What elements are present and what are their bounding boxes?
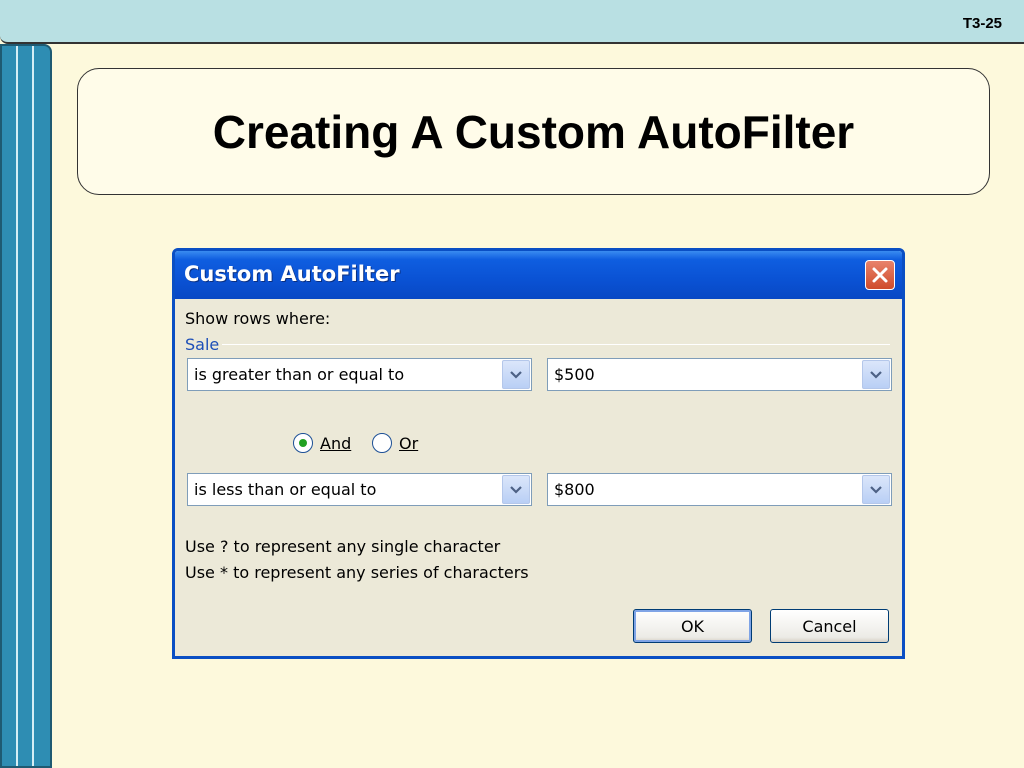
side-bar-line xyxy=(32,46,34,766)
condition2-operator-value: is less than or equal to xyxy=(194,480,377,499)
condition1-value-select[interactable]: $500 xyxy=(547,358,892,391)
dialog-body: Show rows where: Sale is greater than or… xyxy=(175,299,902,656)
cancel-button[interactable]: Cancel xyxy=(770,609,889,643)
and-radio[interactable] xyxy=(293,433,313,453)
condition2-value: $800 xyxy=(554,480,595,499)
condition1-value-dropdown-button[interactable] xyxy=(862,360,890,389)
field-name-label: Sale xyxy=(185,335,220,354)
close-button[interactable] xyxy=(865,260,895,290)
condition2-operator-select[interactable]: is less than or equal to xyxy=(187,473,532,506)
condition2-value-dropdown-button[interactable] xyxy=(862,475,890,504)
condition1-operator-dropdown-button[interactable] xyxy=(502,360,530,389)
slide-number: T3-25 xyxy=(962,15,1002,32)
dialog-titlebar[interactable]: Custom AutoFilter xyxy=(175,251,902,299)
slide-side-bar xyxy=(0,44,52,768)
show-rows-label: Show rows where: xyxy=(185,309,331,328)
or-radio[interactable] xyxy=(372,433,392,453)
chevron-down-icon xyxy=(510,485,522,494)
wildcard-hint-series: Use * to represent any series of charact… xyxy=(185,563,529,582)
dialog-title: Custom AutoFilter xyxy=(184,262,400,286)
or-radio-label[interactable]: Or xyxy=(399,434,418,453)
chevron-down-icon xyxy=(510,370,522,379)
chevron-down-icon xyxy=(870,370,882,379)
ok-button[interactable]: OK xyxy=(633,609,752,643)
and-radio-label[interactable]: And xyxy=(320,434,351,453)
slide-header-bar: T3-25 xyxy=(0,0,1024,44)
condition1-operator-value: is greater than or equal to xyxy=(194,365,405,384)
condition1-operator-select[interactable]: is greater than or equal to xyxy=(187,358,532,391)
condition2-value-select[interactable]: $800 xyxy=(547,473,892,506)
slide-title: Creating A Custom AutoFilter xyxy=(212,105,855,158)
custom-autofilter-dialog: Custom AutoFilter Show rows where: Sale … xyxy=(172,248,905,659)
and-radio-selected-dot xyxy=(299,439,307,447)
separator-line xyxy=(222,344,890,345)
chevron-down-icon xyxy=(870,485,882,494)
slide-title-box: Creating A Custom AutoFilter xyxy=(77,68,990,195)
condition1-value: $500 xyxy=(554,365,595,384)
side-bar-line xyxy=(16,46,18,766)
close-icon xyxy=(872,267,888,283)
wildcard-hint-single: Use ? to represent any single character xyxy=(185,537,501,556)
condition2-operator-dropdown-button[interactable] xyxy=(502,475,530,504)
